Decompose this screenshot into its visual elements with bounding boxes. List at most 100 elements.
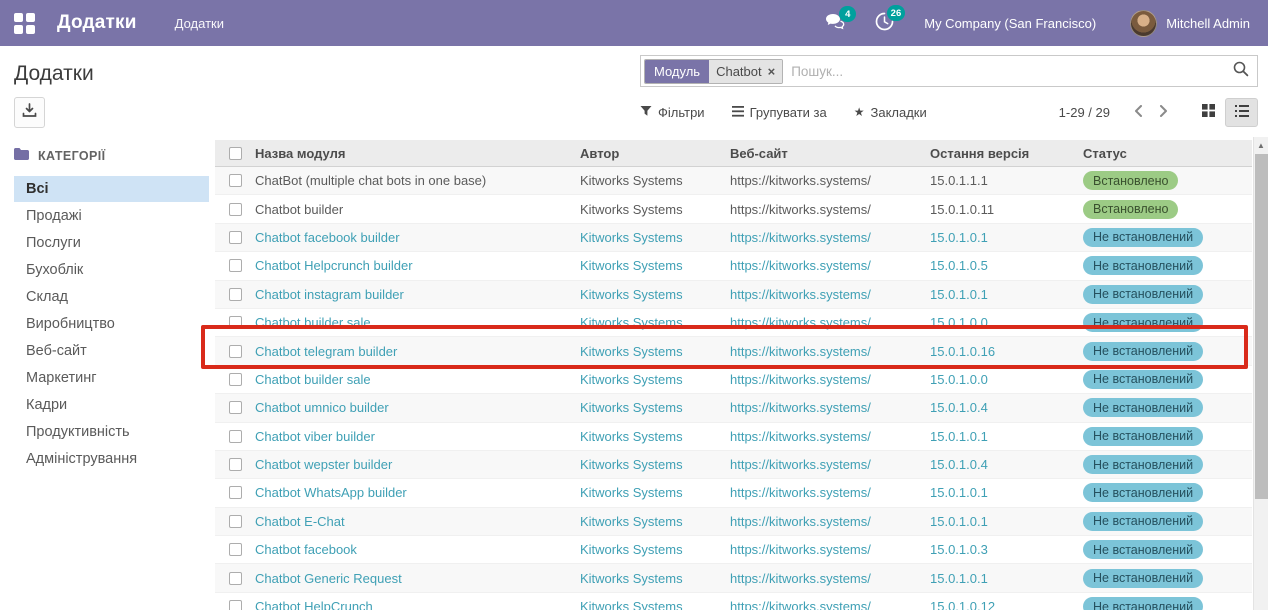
sidebar-category-item[interactable]: Продуктивність [14, 419, 209, 445]
row-checkbox[interactable] [229, 345, 242, 358]
author-cell[interactable]: Kitworks Systems [580, 400, 730, 415]
website-cell[interactable]: https://kitworks.systems/ [730, 230, 930, 245]
author-cell[interactable]: Kitworks Systems [580, 344, 730, 359]
sidebar-category-item[interactable]: Адміністрування [14, 446, 209, 472]
search-input[interactable] [791, 64, 1233, 79]
version-cell[interactable]: 15.0.1.0.12 [930, 599, 1083, 610]
activities-button[interactable]: 26 [875, 12, 894, 34]
row-checkbox[interactable] [229, 373, 242, 386]
table-row[interactable]: Chatbot Generic RequestKitworks Systemsh… [215, 564, 1252, 592]
module-name-cell[interactable]: Chatbot viber builder [255, 429, 580, 444]
column-header-author[interactable]: Автор [580, 146, 730, 161]
website-cell[interactable]: https://kitworks.systems/ [730, 514, 930, 529]
module-name-cell[interactable]: Chatbot Generic Request [255, 571, 580, 586]
module-name-cell[interactable]: Chatbot instagram builder [255, 287, 580, 302]
website-cell[interactable]: https://kitworks.systems/ [730, 485, 930, 500]
table-row[interactable]: Chatbot Helpcrunch builderKitworks Syste… [215, 252, 1252, 280]
table-row[interactable]: Chatbot E-ChatKitworks Systemshttps://ki… [215, 508, 1252, 536]
menu-item-apps[interactable]: Додатки [175, 16, 224, 31]
facet-remove-icon[interactable]: × [768, 64, 776, 79]
column-header-status[interactable]: Статус [1083, 146, 1252, 161]
row-checkbox[interactable] [229, 543, 242, 556]
author-cell[interactable]: Kitworks Systems [580, 571, 730, 586]
website-cell[interactable]: https://kitworks.systems/ [730, 599, 930, 610]
author-cell[interactable]: Kitworks Systems [580, 173, 730, 188]
list-view-button[interactable] [1225, 98, 1258, 127]
filters-button[interactable]: Фільтри [640, 105, 705, 120]
website-cell[interactable]: https://kitworks.systems/ [730, 287, 930, 302]
author-cell[interactable]: Kitworks Systems [580, 287, 730, 302]
sidebar-category-item[interactable]: Склад [14, 284, 209, 310]
author-cell[interactable]: Kitworks Systems [580, 457, 730, 472]
row-checkbox[interactable] [229, 203, 242, 216]
website-cell[interactable]: https://kitworks.systems/ [730, 315, 930, 330]
website-cell[interactable]: https://kitworks.systems/ [730, 400, 930, 415]
website-cell[interactable]: https://kitworks.systems/ [730, 173, 930, 188]
table-row[interactable]: Chatbot builder saleKitworks Systemshttp… [215, 366, 1252, 394]
sidebar-category-item[interactable]: Бухоблік [14, 257, 209, 283]
table-row[interactable]: Chatbot HelpCrunchKitworks Systemshttps:… [215, 593, 1252, 610]
search-icon[interactable] [1233, 61, 1249, 82]
row-checkbox[interactable] [229, 259, 242, 272]
version-cell[interactable]: 15.0.1.0.0 [930, 372, 1083, 387]
website-cell[interactable]: https://kitworks.systems/ [730, 258, 930, 273]
table-row[interactable]: Chatbot wepster builderKitworks Systemsh… [215, 451, 1252, 479]
module-name-cell[interactable]: Chatbot HelpCrunch [255, 599, 580, 610]
company-switcher[interactable]: My Company (San Francisco) [924, 16, 1096, 31]
sidebar-category-item[interactable]: Послуги [14, 230, 209, 256]
version-cell[interactable]: 15.0.1.0.1 [930, 429, 1083, 444]
module-name-cell[interactable]: Chatbot builder sale [255, 372, 580, 387]
author-cell[interactable]: Kitworks Systems [580, 202, 730, 217]
row-checkbox[interactable] [229, 458, 242, 471]
author-cell[interactable]: Kitworks Systems [580, 599, 730, 610]
website-cell[interactable]: https://kitworks.systems/ [730, 571, 930, 586]
table-row[interactable]: Chatbot facebook builderKitworks Systems… [215, 224, 1252, 252]
kanban-view-button[interactable] [1192, 98, 1225, 127]
pager-next-button[interactable] [1151, 103, 1176, 122]
user-menu[interactable]: Mitchell Admin [1130, 10, 1250, 37]
row-checkbox[interactable] [229, 288, 242, 301]
version-cell[interactable]: 15.0.1.0.1 [930, 514, 1083, 529]
messages-button[interactable]: 4 [825, 13, 845, 33]
module-name-cell[interactable]: Chatbot facebook [255, 542, 580, 557]
scrollbar-up-arrow-icon[interactable]: ▲ [1254, 137, 1268, 153]
table-row[interactable]: Chatbot umnico builderKitworks Systemsht… [215, 394, 1252, 422]
module-name-cell[interactable]: ChatBot (multiple chat bots in one base) [255, 173, 580, 188]
version-cell[interactable]: 15.0.1.0.4 [930, 457, 1083, 472]
author-cell[interactable]: Kitworks Systems [580, 542, 730, 557]
module-name-cell[interactable]: Chatbot E-Chat [255, 514, 580, 529]
group-by-button[interactable]: Групувати за [732, 105, 827, 120]
module-name-cell[interactable]: Chatbot wepster builder [255, 457, 580, 472]
table-row[interactable]: Chatbot WhatsApp builderKitworks Systems… [215, 479, 1252, 507]
column-header-name[interactable]: Назва модуля [255, 146, 580, 161]
row-checkbox[interactable] [229, 486, 242, 499]
row-checkbox[interactable] [229, 430, 242, 443]
version-cell[interactable]: 15.0.1.1.1 [930, 173, 1083, 188]
sidebar-category-item[interactable]: Маркетинг [14, 365, 209, 391]
version-cell[interactable]: 15.0.1.0.1 [930, 485, 1083, 500]
author-cell[interactable]: Kitworks Systems [580, 258, 730, 273]
sidebar-category-item[interactable]: Кадри [14, 392, 209, 418]
module-name-cell[interactable]: Chatbot umnico builder [255, 400, 580, 415]
row-checkbox[interactable] [229, 600, 242, 610]
author-cell[interactable]: Kitworks Systems [580, 429, 730, 444]
version-cell[interactable]: 15.0.1.0.1 [930, 571, 1083, 586]
sidebar-category-item[interactable]: Продажі [14, 203, 209, 229]
version-cell[interactable]: 15.0.1.0.0 [930, 315, 1083, 330]
table-row[interactable]: ChatBot (multiple chat bots in one base)… [215, 167, 1252, 195]
module-name-cell[interactable]: Chatbot facebook builder [255, 230, 580, 245]
website-cell[interactable]: https://kitworks.systems/ [730, 457, 930, 472]
row-checkbox[interactable] [229, 572, 242, 585]
module-name-cell[interactable]: Chatbot Helpcrunch builder [255, 258, 580, 273]
row-checkbox[interactable] [229, 401, 242, 414]
favorites-button[interactable]: ★ Закладки [854, 105, 927, 120]
author-cell[interactable]: Kitworks Systems [580, 372, 730, 387]
author-cell[interactable]: Kitworks Systems [580, 315, 730, 330]
version-cell[interactable]: 15.0.1.0.3 [930, 542, 1083, 557]
module-name-cell[interactable]: Chatbot telegram builder [255, 344, 580, 359]
module-name-cell[interactable]: Chatbot builder [255, 202, 580, 217]
table-row[interactable]: Chatbot telegram builderKitworks Systems… [215, 337, 1252, 365]
table-row[interactable]: Chatbot builder saleKitworks Systemshttp… [215, 309, 1252, 337]
row-checkbox[interactable] [229, 174, 242, 187]
website-cell[interactable]: https://kitworks.systems/ [730, 542, 930, 557]
